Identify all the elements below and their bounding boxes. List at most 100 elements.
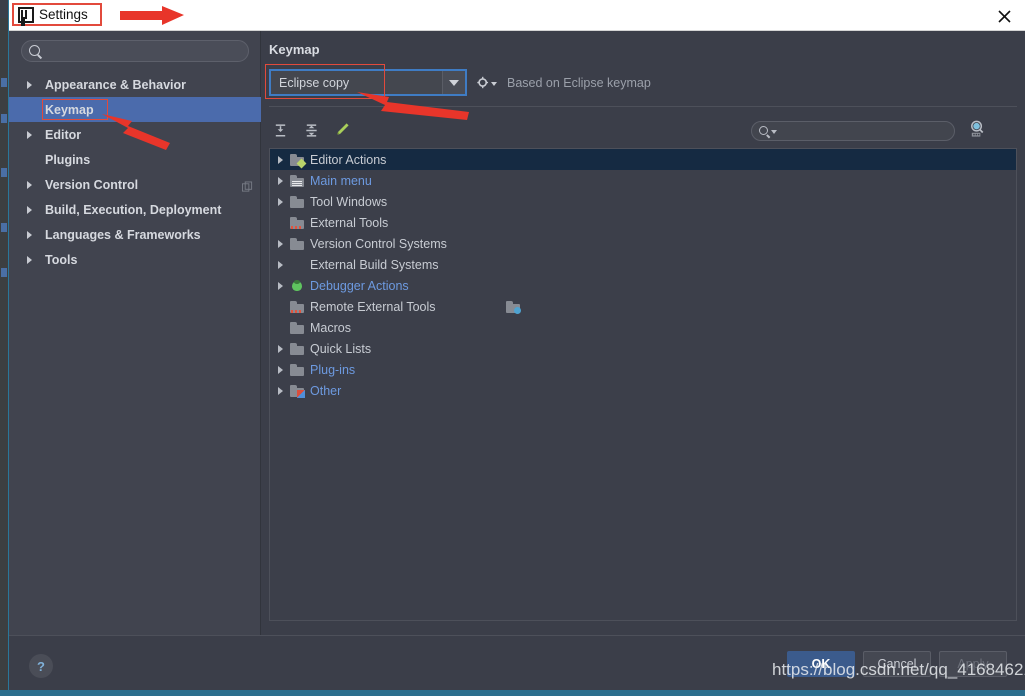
close-glyph: [997, 9, 1011, 23]
sidebar-item-version-control[interactable]: Version Control: [9, 172, 261, 197]
find-by-shortcut-icon[interactable]: [968, 119, 988, 141]
page-title: Keymap: [269, 42, 320, 57]
gear-glyph: [477, 76, 489, 88]
sidebar-item-build-execution-deployment[interactable]: Build, Execution, Deployment: [9, 197, 261, 222]
folder-dots-icon: [290, 300, 304, 313]
keymap-tree-row[interactable]: Tool Windows: [270, 191, 1016, 212]
footer-button-row: OK Cancel Apply: [787, 651, 1007, 677]
apply-button: Apply: [939, 651, 1007, 677]
expand-all-icon[interactable]: [269, 119, 291, 141]
gear-dropdown-arrow-icon[interactable]: [491, 82, 497, 86]
keymap-tree-row[interactable]: Main menu: [270, 170, 1016, 191]
chevron-right-icon[interactable]: [278, 344, 283, 353]
chevron-right-icon[interactable]: [278, 365, 283, 374]
keymap-action-tree[interactable]: Editor Actions Main menu Tool Windows Exter…: [269, 148, 1017, 621]
cancel-button[interactable]: Cancel: [863, 651, 931, 677]
keymap-tree-row[interactable]: External Tools: [270, 212, 1016, 233]
keymap-tree-row[interactable]: Macros: [270, 317, 1016, 338]
search-icon: [29, 45, 40, 56]
search-input[interactable]: [46, 42, 242, 60]
keymap-select[interactable]: Eclipse copy: [269, 69, 467, 96]
sidebar-item-editor[interactable]: Editor: [9, 122, 261, 147]
collapse-all-icon[interactable]: [300, 119, 322, 141]
find-action-box[interactable]: [751, 121, 955, 141]
folder-icon: [290, 321, 304, 334]
sidebar-item-label: Version Control: [45, 177, 139, 192]
keymap-tree-row-label: Quick Lists: [310, 341, 372, 356]
chevron-right-icon[interactable]: [278, 197, 283, 206]
sidebar-item-tools[interactable]: Tools: [9, 247, 261, 272]
folder-multi-icon: [290, 384, 305, 398]
keymap-tree-row-label: Version Control Systems: [310, 236, 447, 251]
sidebar-tree: Appearance & Behavior Keymap Editor Plugins…: [9, 72, 261, 272]
sidebar-item-label: Editor: [45, 127, 82, 142]
taskbar-strip: [0, 690, 1025, 696]
keymap-tree-row[interactable]: Debugger Actions: [270, 275, 1016, 296]
chevron-down-icon[interactable]: [442, 71, 465, 94]
keymap-toolbar: [269, 119, 353, 141]
copy-settings-icon[interactable]: [242, 179, 253, 192]
keymap-tree-row[interactable]: External Build Systems: [270, 254, 1016, 314]
keymap-tree-row-label: External Build Systems: [310, 257, 439, 272]
chevron-right-icon[interactable]: [27, 180, 32, 189]
sidebar-item-label: Tools: [45, 252, 78, 267]
folder-lines-icon: [290, 174, 304, 187]
sidebar-item-plugins[interactable]: Plugins: [9, 147, 261, 172]
search-box[interactable]: [21, 40, 249, 62]
keymap-panel: Keymap Eclipse copy Based on Eclipse key…: [261, 31, 1025, 635]
keymap-tree-row[interactable]: Version Control Systems: [270, 233, 1016, 254]
chevron-right-icon[interactable]: [278, 260, 283, 269]
folder-dots-icon: [290, 216, 304, 229]
chevron-right-icon[interactable]: [278, 281, 283, 290]
keymap-tree-row[interactable]: Editor Actions: [270, 149, 1016, 170]
sidebar-item-keymap[interactable]: Keymap: [9, 97, 261, 122]
collapse-all-glyph: [305, 123, 317, 137]
keymap-tree-row-label: Editor Actions: [310, 152, 387, 167]
find-history-dropdown-icon[interactable]: [771, 130, 777, 134]
close-icon[interactable]: [989, 4, 1019, 28]
keymap-tree-row-label: Remote External Tools: [310, 299, 436, 314]
keymap-tree-row-label: Debugger Actions: [310, 278, 409, 293]
panel-divider: [269, 106, 1017, 107]
sidebar-item-appearance-behavior[interactable]: Appearance & Behavior: [9, 72, 261, 97]
chevron-right-icon[interactable]: [278, 176, 283, 185]
chevron-right-icon[interactable]: [27, 80, 32, 89]
ok-button-label: OK: [811, 657, 831, 671]
intellij-idea-icon: [18, 6, 34, 23]
sidebar-item-label: Languages & Frameworks: [45, 227, 201, 242]
chevron-right-icon[interactable]: [278, 155, 283, 164]
based-on-label: Based on Eclipse keymap: [507, 76, 651, 90]
chevron-right-icon[interactable]: [27, 205, 32, 214]
chevron-right-icon[interactable]: [278, 386, 283, 395]
settings-sidebar: Appearance & Behavior Keymap Editor Plugins…: [9, 31, 261, 635]
bug-icon: [290, 279, 304, 292]
find-action-field[interactable]: [751, 121, 955, 141]
keymap-tree-row[interactable]: Other: [270, 380, 1016, 401]
chevron-right-icon[interactable]: [27, 130, 32, 139]
ok-button[interactable]: OK: [787, 651, 855, 677]
find-action-input[interactable]: [780, 122, 948, 140]
sidebar-item-label: Appearance & Behavior: [45, 77, 187, 92]
gear-icon[interactable]: [477, 73, 497, 91]
window-title: Settings: [39, 7, 88, 22]
keymap-tree-row[interactable]: Quick Lists: [270, 338, 1016, 359]
sidebar-search[interactable]: [21, 40, 249, 62]
chevron-right-icon[interactable]: [278, 239, 283, 248]
keymap-tree-row-label: Tool Windows: [310, 194, 388, 209]
keymap-tree-row[interactable]: Remote External Tools: [270, 296, 1016, 317]
keymap-tree-row-label: Main menu: [310, 173, 372, 188]
keymap-tree-row[interactable]: Plug-ins: [270, 359, 1016, 380]
chevron-right-icon[interactable]: [27, 255, 32, 264]
chevron-right-icon[interactable]: [27, 230, 32, 239]
sidebar-item-label: Build, Execution, Deployment: [45, 202, 222, 217]
keymap-select-wrap: Eclipse copy: [265, 64, 467, 99]
sidebar-item-languages-frameworks[interactable]: Languages & Frameworks: [9, 222, 261, 247]
help-icon[interactable]: ?: [29, 654, 53, 678]
cancel-button-label: Cancel: [877, 657, 917, 671]
pencil-glyph: [337, 123, 349, 135]
folder-icon: [290, 363, 304, 376]
keymap-tree-row-label: Plug-ins: [310, 362, 356, 377]
folder-icon: [290, 237, 304, 250]
edit-shortcut-icon[interactable]: [331, 119, 353, 141]
